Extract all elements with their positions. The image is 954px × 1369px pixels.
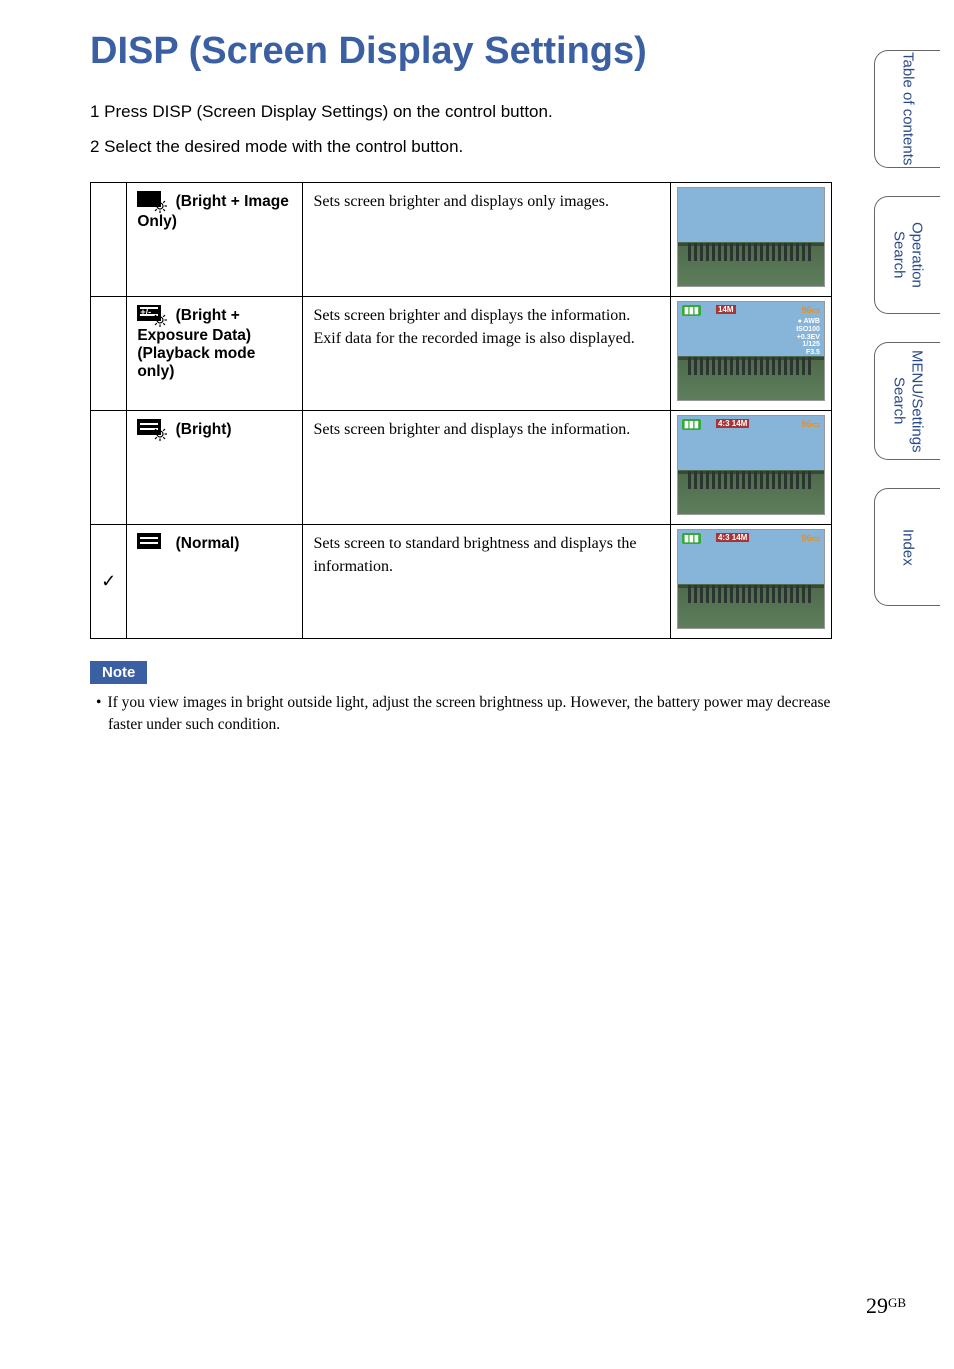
step-2: 2 Select the desired mode with the contr…: [90, 132, 894, 163]
tab-index[interactable]: Index: [874, 488, 940, 606]
note-label: Note: [90, 661, 147, 684]
normal-icon: [137, 533, 167, 555]
battery-icon: ▮▮▮: [682, 419, 701, 430]
table-row: (Bright + Image Only) Sets screen bright…: [91, 183, 832, 297]
overlay-count: 96▭: [801, 533, 820, 544]
thumb-cell: [670, 183, 831, 297]
mode-label: (Normal): [171, 535, 239, 552]
mode-label-cell: (Bright): [127, 411, 303, 525]
mode-label-cell: (Bright + Exposure Data) (Playback mode …: [127, 297, 303, 411]
preview-thumbnail: ▮▮▮ 4:3 14M 96▭: [677, 415, 825, 515]
table-row: (Bright + Exposure Data) (Playback mode …: [91, 297, 832, 411]
page-title: DISP (Screen Display Settings): [90, 30, 894, 73]
mode-desc: Sets screen brighter and displays the in…: [303, 297, 670, 411]
instructions: 1 Press DISP (Screen Display Settings) o…: [90, 97, 894, 162]
preview-thumbnail: ▮▮▮ 4:3 14M 96▭: [677, 529, 825, 629]
bright-image-only-icon: [137, 191, 167, 213]
check-cell: [91, 297, 127, 411]
overlay-exif: ● AWBISO100+0.3EV1/125F3.5: [796, 318, 820, 356]
tab-label: Operation Search: [890, 197, 926, 313]
note-text: •If you view images in bright outside li…: [90, 692, 840, 735]
battery-icon: ▮▮▮: [682, 305, 701, 316]
preview-thumbnail: [677, 187, 825, 287]
check-cell: [91, 411, 127, 525]
check-cell: ✓: [91, 525, 127, 639]
thumb-cell: ▮▮▮ 4:3 14M 96▭: [670, 525, 831, 639]
mode-label-cell: (Bright + Image Only): [127, 183, 303, 297]
thumb-cell: ▮▮▮ 14M 96▭ ● AWBISO100+0.3EV1/125F3.5: [670, 297, 831, 411]
modes-table: (Bright + Image Only) Sets screen bright…: [90, 182, 832, 639]
mode-label: (Bright): [171, 421, 231, 438]
tab-label: MENU/Settings Search: [890, 343, 926, 459]
preview-thumbnail: ▮▮▮ 14M 96▭ ● AWBISO100+0.3EV1/125F3.5: [677, 301, 825, 401]
tab-menu-settings-search[interactable]: MENU/Settings Search: [874, 342, 940, 460]
mode-desc: Sets screen brighter and displays only i…: [303, 183, 670, 297]
bright-icon: [137, 419, 167, 441]
overlay-mode: 14M: [716, 305, 736, 314]
mode-desc: Sets screen to standard brightness and d…: [303, 525, 670, 639]
tab-label: Index: [899, 529, 917, 566]
sun-icon: [153, 427, 167, 441]
bullet-icon: •: [96, 694, 107, 711]
overlay-mode: 4:3 14M: [716, 533, 749, 542]
overlay-mode: 4:3 14M: [716, 419, 749, 428]
tab-operation-search[interactable]: Operation Search: [874, 196, 940, 314]
table-row: (Bright) Sets screen brighter and displa…: [91, 411, 832, 525]
mode-desc: Sets screen brighter and displays the in…: [303, 411, 670, 525]
tab-label: Table of contents: [899, 52, 917, 165]
sun-icon: [153, 313, 167, 327]
thumb-cell: ▮▮▮ 4:3 14M 96▭: [670, 411, 831, 525]
side-tabs: Table of contents Operation Search MENU/…: [874, 50, 954, 634]
battery-icon: ▮▮▮: [682, 533, 701, 544]
tab-table-of-contents[interactable]: Table of contents: [874, 50, 940, 168]
check-cell: [91, 183, 127, 297]
overlay-count: 96▭: [801, 419, 820, 430]
overlay-count: 96▭: [801, 305, 820, 316]
table-row: ✓ (Normal) Sets screen to standard brigh…: [91, 525, 832, 639]
step-1: 1 Press DISP (Screen Display Settings) o…: [90, 97, 894, 128]
mode-label-cell: (Normal): [127, 525, 303, 639]
bright-exposure-icon: [137, 305, 167, 327]
page-number: 29GB: [866, 1293, 906, 1319]
sun-icon: [153, 199, 167, 213]
